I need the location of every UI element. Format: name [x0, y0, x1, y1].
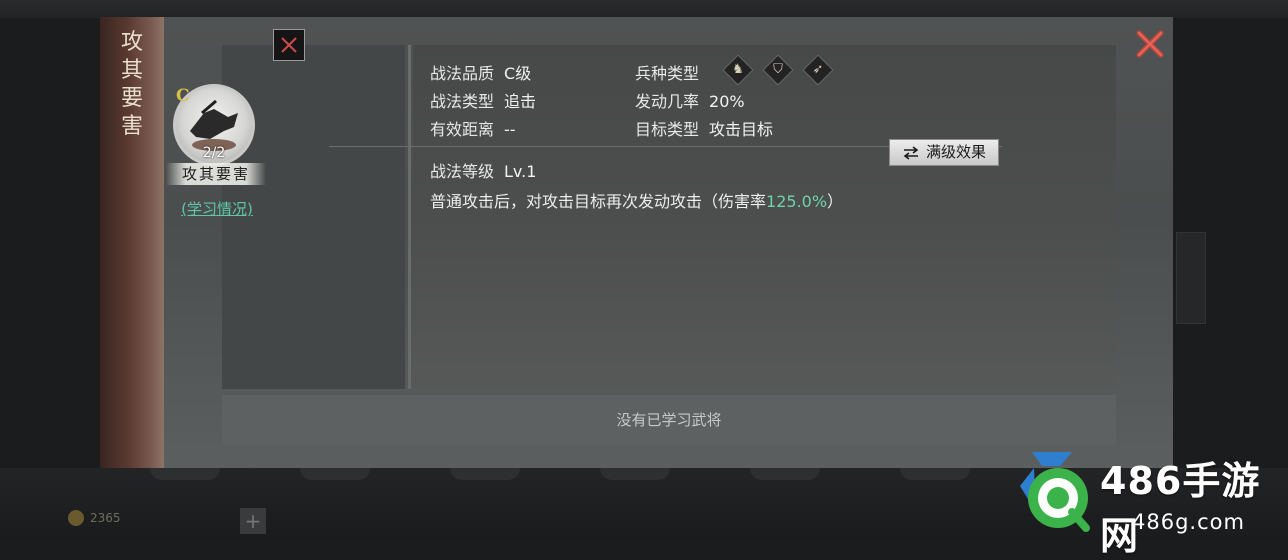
watermark-logo-icon — [1020, 452, 1090, 532]
add-button: + — [240, 508, 266, 534]
attr-type: 战法类型 追击 — [430, 88, 536, 112]
skill-grade-badge: C — [176, 86, 190, 106]
attr-target-type-label: 目标类型 — [635, 120, 700, 139]
skill-description: 普通攻击后，对攻击目标再次发动攻击（伤害率125.0%） — [430, 188, 843, 212]
attr-target-type-value: 攻击目标 — [709, 120, 774, 139]
learned-generals-panel: 没有已学习武将 — [222, 395, 1116, 445]
watermark-brand: 486手游网 — [1100, 459, 1261, 558]
cavalry-icon: ♞ — [732, 62, 744, 77]
attr-trigger-rate: 发动几率 20% — [635, 88, 745, 112]
attr-quality: 战法品质 C级 — [430, 60, 531, 84]
gold-value: 2365 — [90, 511, 121, 525]
attr-range-label: 有效距离 — [430, 120, 495, 139]
attr-level-value: Lv.1 — [504, 162, 537, 181]
description-suffix: ） — [827, 192, 844, 211]
damage-rate-value: 125.0% — [766, 192, 828, 211]
banner-title: 攻 其 要 害 — [114, 29, 150, 141]
unequip-button[interactable] — [273, 29, 305, 61]
coin-icon — [68, 510, 84, 526]
attr-quality-label: 战法品质 — [430, 64, 495, 83]
background-slot — [150, 468, 220, 480]
learn-status-link[interactable]: (学习情况) — [170, 198, 264, 219]
attr-trigger-rate-label: 发动几率 — [635, 92, 700, 111]
description-prefix: 普通攻击后，对攻击目标再次发动攻击（伤害率 — [430, 192, 767, 211]
bow-icon: ➶ — [812, 62, 824, 77]
no-learned-generals-text: 没有已学习武将 — [616, 411, 722, 429]
dialog-banner: 攻 其 要 害 — [100, 17, 164, 468]
close-icon — [1136, 30, 1164, 58]
attr-range-value: -- — [504, 120, 516, 139]
skill-name: 攻其要害 — [166, 163, 266, 185]
max-level-effect-label: 满级效果 — [925, 143, 986, 161]
x-icon — [281, 37, 297, 53]
close-button[interactable] — [1134, 28, 1166, 60]
watermark-domain: 486g.com — [1132, 510, 1245, 534]
background-top-bar — [0, 0, 1288, 18]
attr-range: 有效距离 -- — [430, 116, 516, 140]
attr-troop-type: 兵种类型 — [635, 60, 699, 84]
background-slot — [300, 468, 370, 480]
attr-type-label: 战法类型 — [430, 92, 495, 111]
skill-dialog: 攻 其 要 害 没有已学习武将 — [100, 17, 1173, 468]
banner-title-text: 攻 其 要 害 — [120, 30, 143, 139]
background-slot — [900, 468, 970, 480]
panel-divider — [408, 45, 411, 389]
background-slot — [750, 468, 820, 480]
attr-level-label: 战法等级 — [430, 162, 495, 181]
background-gold: 2365 — [68, 510, 121, 526]
max-level-effect-button[interactable]: 满级效果 — [889, 139, 999, 166]
skill-count: 2/2 — [202, 145, 226, 161]
attr-target-type: 目标类型 攻击目标 — [635, 116, 773, 140]
background-slot — [600, 468, 670, 480]
attr-troop-type-label: 兵种类型 — [635, 64, 700, 83]
attr-type-value: 追击 — [504, 92, 537, 111]
attr-quality-value: C级 — [504, 64, 532, 83]
background-slot — [450, 468, 520, 480]
attr-level: 战法等级 Lv.1 — [430, 158, 536, 182]
shield-icon: ⛉ — [773, 62, 783, 77]
swap-icon — [903, 145, 919, 160]
attr-trigger-rate-value: 20% — [709, 92, 745, 111]
side-tab — [1176, 232, 1206, 324]
